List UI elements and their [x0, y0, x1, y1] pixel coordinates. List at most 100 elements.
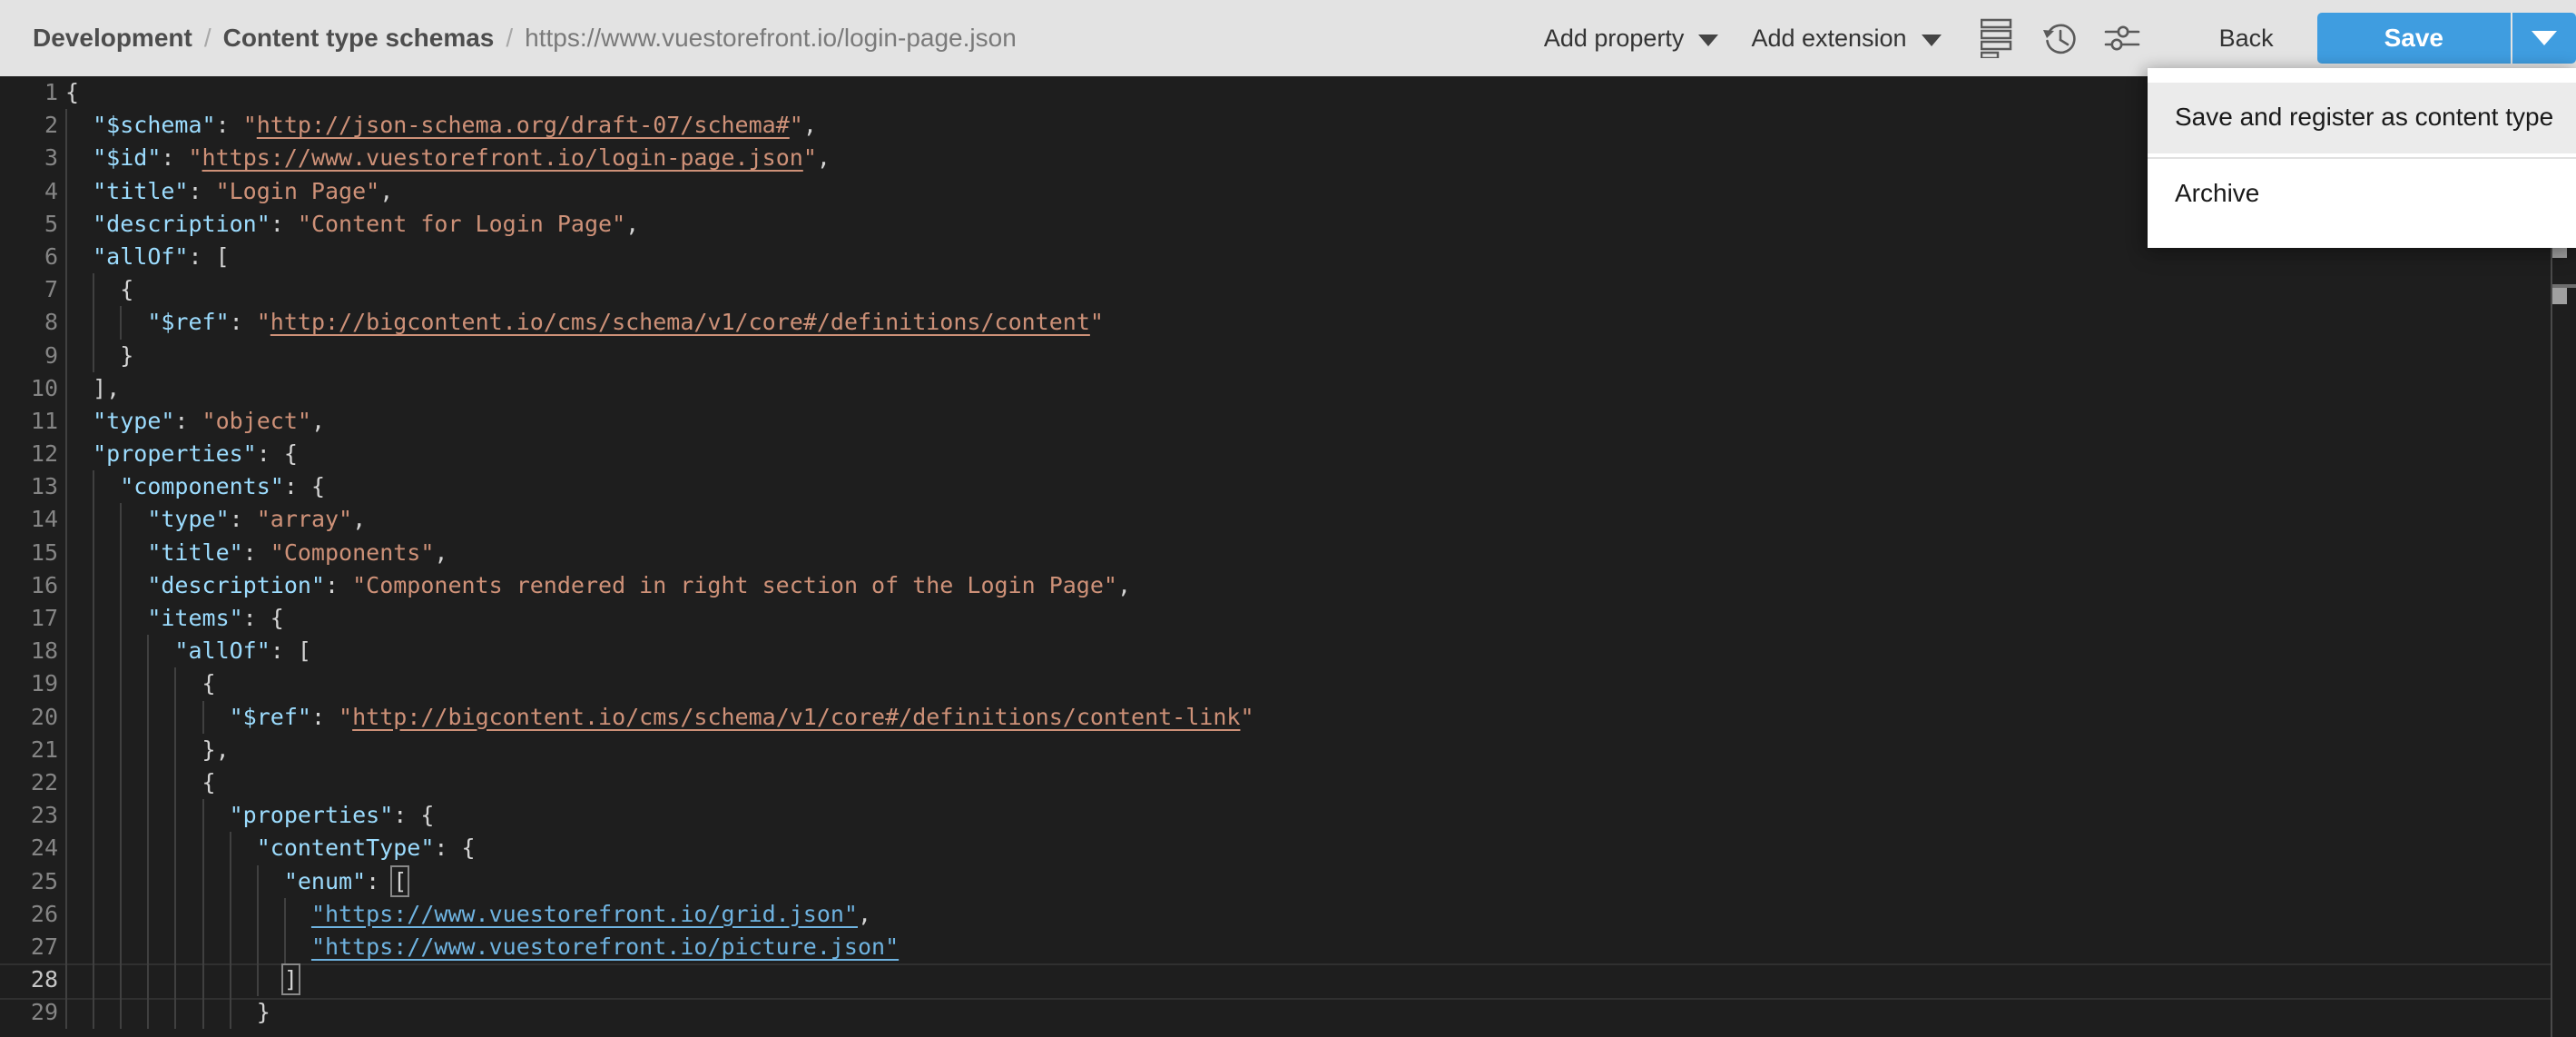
line-number: 11: [0, 405, 58, 438]
indent-guide: [147, 734, 149, 766]
breadcrumb: Development / Content type schemas / htt…: [33, 24, 1017, 53]
code-line[interactable]: 9 }: [0, 340, 2576, 372]
code-line[interactable]: 15 "title": "Components",: [0, 537, 2576, 569]
code-token-p: ,: [352, 506, 366, 532]
indent-guide: [93, 602, 94, 635]
line-number: 2: [0, 109, 58, 142]
add-extension-menu[interactable]: Add extension: [1751, 25, 1941, 53]
indent-guide: [147, 865, 149, 898]
code-token-k: "properties": [93, 440, 257, 467]
code-token-k: "enum": [284, 868, 366, 894]
indent-guide: [93, 996, 94, 1029]
minimap-marker[interactable]: [2552, 288, 2567, 304]
indent-space: [65, 736, 202, 763]
code-line[interactable]: 17 "items": {: [0, 602, 2576, 635]
code-line[interactable]: 25 "enum": [: [0, 865, 2576, 898]
code-token-k: "description": [147, 572, 325, 598]
add-property-menu[interactable]: Add property: [1544, 25, 1719, 53]
indent-guide: [147, 701, 149, 734]
code-token-k: "title": [147, 539, 242, 566]
code-token-su[interactable]: http://bigcontent.io/cms/schema/v1/core#…: [270, 309, 1090, 335]
code-token-k: "$ref": [147, 309, 229, 335]
indent-guide: [230, 832, 231, 864]
code-line[interactable]: 20 "$ref": "http://bigcontent.io/cms/sch…: [0, 701, 2576, 734]
menu-item-save-and-register[interactable]: Save and register as content type: [2148, 83, 2576, 153]
code-line[interactable]: 10 ],: [0, 372, 2576, 405]
code-line[interactable]: 8 "$ref": "http://bigcontent.io/cms/sche…: [0, 306, 2576, 339]
indent-guide: [174, 701, 176, 734]
indent-guide: [147, 931, 149, 963]
indent-guide: [65, 602, 67, 635]
indent-guide: [65, 734, 67, 766]
code-token-sl[interactable]: "https://www.vuestorefront.io/grid.json": [311, 901, 858, 927]
code-token-s: ": [257, 309, 270, 335]
code-token-p: {: [120, 276, 133, 302]
code-token-su[interactable]: http://json-schema.org/draft-07/schema#: [257, 112, 790, 138]
code-line[interactable]: 26 "https://www.vuestorefront.io/grid.js…: [0, 898, 2576, 931]
indent-guide: [93, 963, 94, 996]
indent-space: [65, 440, 93, 467]
save-dropdown-toggle[interactable]: [2511, 13, 2576, 64]
indent-space: [65, 211, 93, 237]
code-token-su[interactable]: https://www.vuestorefront.io/login-page.…: [202, 144, 803, 171]
indent-guide: [120, 963, 122, 996]
indent-space: [65, 144, 93, 171]
line-number: 5: [0, 208, 58, 241]
code-line[interactable]: 27 "https://www.vuestorefront.io/picture…: [0, 931, 2576, 963]
code-token-su[interactable]: http://bigcontent.io/cms/schema/v1/core#…: [352, 704, 1240, 730]
line-content: "enum": [: [65, 865, 407, 898]
indent-space: [65, 243, 93, 270]
line-number: 15: [0, 537, 58, 569]
indent-guide: [120, 569, 122, 602]
indent-guide: [230, 931, 231, 963]
indent-guide: [93, 766, 94, 799]
code-token-p: :: [311, 704, 339, 730]
code-token-p: :: [161, 144, 188, 171]
code-token-p: : {: [434, 835, 475, 861]
breadcrumb-item-development[interactable]: Development: [33, 24, 192, 53]
code-line[interactable]: 11 "type": "object",: [0, 405, 2576, 438]
indent-guide: [147, 963, 149, 996]
line-content: "description": "Content for Login Page",: [65, 208, 639, 241]
code-line[interactable]: 28 ]: [0, 963, 2576, 996]
code-token-bm: ]: [284, 966, 298, 993]
indent-guide: [65, 766, 67, 799]
code-token-sl[interactable]: "https://www.vuestorefront.io/picture.js…: [311, 933, 899, 960]
code-token-p: ,: [1117, 572, 1131, 598]
code-line[interactable]: 23 "properties": {: [0, 799, 2576, 832]
code-line[interactable]: 18 "allOf": [: [0, 635, 2576, 667]
line-content: "components": {: [65, 470, 325, 503]
format-lines-icon[interactable]: [1974, 14, 2023, 63]
code-line[interactable]: 14 "type": "array",: [0, 503, 2576, 536]
code-line[interactable]: 13 "components": {: [0, 470, 2576, 503]
line-content: "properties": {: [65, 799, 434, 832]
line-number: 20: [0, 701, 58, 734]
indent-guide: [120, 537, 122, 569]
indent-guide: [65, 241, 67, 273]
history-clock-icon[interactable]: [2036, 14, 2085, 63]
code-line[interactable]: 7 {: [0, 273, 2576, 306]
code-line[interactable]: 19 {: [0, 667, 2576, 700]
code-line[interactable]: 21 },: [0, 734, 2576, 766]
code-line[interactable]: 22 {: [0, 766, 2576, 799]
breadcrumb-item-content-type-schemas[interactable]: Content type schemas: [223, 24, 495, 53]
indent-guide: [120, 996, 122, 1029]
back-button[interactable]: Back: [2192, 25, 2301, 53]
indent-guide: [93, 898, 94, 931]
code-token-k: "allOf": [93, 243, 188, 270]
indent-space: [65, 112, 93, 138]
code-token-s: ": [243, 112, 257, 138]
save-button[interactable]: Save: [2317, 13, 2511, 64]
code-line[interactable]: 29 }: [0, 996, 2576, 1029]
code-token-p: :: [188, 178, 215, 204]
code-token-p: : {: [393, 802, 434, 828]
code-line[interactable]: 12 "properties": {: [0, 438, 2576, 470]
indent-guide: [65, 537, 67, 569]
line-content: "title": "Components",: [65, 537, 447, 569]
code-line[interactable]: 16 "description": "Components rendered i…: [0, 569, 2576, 602]
menu-item-archive[interactable]: Archive: [2148, 159, 2576, 230]
save-dropdown-menu: Save and register as content type Archiv…: [2148, 68, 2576, 248]
sliders-settings-icon[interactable]: [2098, 14, 2147, 63]
code-token-p: {: [202, 769, 216, 795]
code-line[interactable]: 24 "contentType": {: [0, 832, 2576, 864]
